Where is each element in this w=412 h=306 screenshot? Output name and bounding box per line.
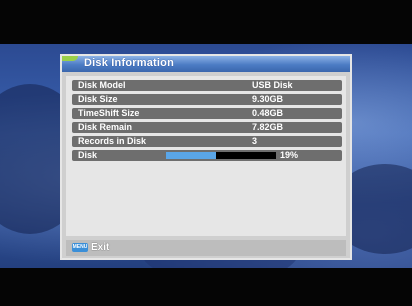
row-value: USB Disk [252,80,293,90]
disk-info-dialog: Disk Information Disk Model USB Disk Dis… [60,54,352,260]
title-accent-icon [62,56,78,61]
exit-label[interactable]: Exit [91,242,109,254]
disk-usage-percent: 19% [280,150,299,160]
dialog-title: Disk Information [84,57,174,69]
dialog-title-bar: Disk Information [62,56,350,72]
menu-key-icon[interactable]: MENU [72,243,88,252]
disk-info-list: Disk Model USB Disk Disk Size 9.30GB Tim… [66,76,346,236]
row-value: 7.82GB [252,122,284,132]
disk-usage-bar [166,152,276,159]
row-label: Disk Size [78,94,118,104]
row-label: Disk Remain [78,122,133,132]
row-value: 3 [252,136,258,146]
info-row-disk-usage[interactable]: Disk 19% [72,150,342,161]
row-label: Records in Disk [78,136,147,146]
row-value: 9.30GB [252,94,284,104]
row-label: TimeShift Size [78,108,140,118]
row-value: 0.48GB [252,108,284,118]
row-label: Disk Model [78,80,126,90]
info-row-disk-size[interactable]: Disk Size 9.30GB [72,94,342,105]
disk-usage-fill [166,152,216,159]
info-row-disk-remain[interactable]: Disk Remain 7.82GB [72,122,342,133]
info-row-records-in-disk[interactable]: Records in Disk 3 [72,136,342,147]
letterbox-bottom [0,268,412,306]
info-row-timeshift-size[interactable]: TimeShift Size 0.48GB [72,108,342,119]
dialog-footer: MENU Exit [66,240,346,256]
letterbox-top [0,0,412,44]
row-label: Disk [78,150,98,160]
info-row-disk-model[interactable]: Disk Model USB Disk [72,80,342,91]
